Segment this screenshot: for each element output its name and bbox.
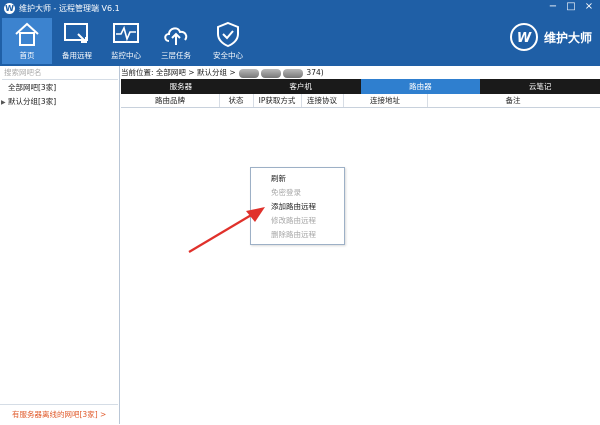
offline-server-link[interactable]: 有服务器离线的网吧[3家] > — [0, 404, 118, 424]
tab-clients[interactable]: 客户机 — [241, 79, 361, 94]
app-window: W 维护大师 - 远程管理端 V6.1 − □ × 首页 备用远程 监控中心 三… — [0, 0, 600, 424]
table-header: 路由品牌 状态 IP获取方式 连接协议 连接地址 备注 — [121, 94, 600, 108]
column-header-ip-method[interactable]: IP获取方式 — [253, 94, 302, 107]
toolbar-backup-remote-button[interactable]: 备用远程 — [52, 18, 102, 64]
close-icon[interactable]: × — [581, 1, 597, 12]
toolbar-label: 监控中心 — [111, 51, 141, 60]
home-icon — [15, 22, 39, 46]
brand-logo: W 维护大师 — [509, 22, 592, 52]
search-input[interactable]: 搜索网吧名 — [2, 66, 118, 80]
breadcrumb-suffix: 374) — [306, 68, 324, 77]
toolbar-label: 首页 — [19, 51, 35, 60]
sidebar: 搜索网吧名 全部网吧[3家] ▶ 默认分组[3家] 有服务器离线的网吧[3家] > — [0, 66, 120, 424]
shield-check-icon — [217, 21, 239, 48]
brand-logo-icon: W — [509, 23, 538, 51]
tab-bar: 服务器 客户机 路由器 云笔记 — [121, 79, 600, 94]
column-header-brand[interactable]: 路由品牌 — [121, 94, 220, 107]
tab-routers[interactable]: 路由器 — [360, 79, 481, 94]
redacted-block — [261, 68, 282, 78]
column-header-address[interactable]: 连接地址 — [343, 94, 428, 107]
breadcrumb-path: 当前位置: 全部网吧 > 默认分组 > — [121, 68, 236, 77]
sidebar-item-label: 全部网吧[3家] — [8, 83, 57, 92]
toolbar-tasks-button[interactable]: 三层任务 — [151, 18, 201, 64]
restore-icon[interactable]: □ — [563, 1, 579, 12]
menu-item-passwordless-login[interactable]: 免密登录 — [271, 187, 301, 198]
menu-item-edit-router-remote[interactable]: 修改路由远程 — [271, 215, 316, 226]
window-title: 维护大师 - 远程管理端 V6.1 — [19, 4, 120, 13]
column-header-protocol[interactable]: 连接协议 — [301, 94, 344, 107]
minimize-icon[interactable]: − — [545, 1, 561, 12]
menu-item-add-router-remote[interactable]: 添加路由远程 — [271, 201, 316, 212]
toolbar-security-center-button[interactable]: 安全中心 — [203, 18, 253, 64]
sidebar-item-label: 默认分组[3家] — [8, 97, 57, 106]
redacted-block — [239, 68, 260, 78]
brand-name: 维护大师 — [543, 30, 592, 45]
column-header-status[interactable]: 状态 — [219, 94, 254, 107]
tab-servers[interactable]: 服务器 — [121, 79, 241, 94]
menu-item-refresh[interactable]: 刷新 — [271, 173, 286, 184]
title-bar: W 维护大师 - 远程管理端 V6.1 − □ × 首页 备用远程 监控中心 三… — [0, 0, 600, 66]
sidebar-item-default-group[interactable]: ▶ 默认分组[3家] — [0, 96, 119, 108]
pulse-monitor-icon — [113, 23, 139, 43]
cloud-upload-icon — [164, 27, 188, 45]
redacted-block — [283, 68, 304, 78]
app-logo-icon: W — [4, 3, 15, 14]
breadcrumb: 当前位置: 全部网吧 > 默认分组 > 374) — [121, 66, 600, 79]
annotation-arrow-icon — [188, 207, 265, 253]
remote-arrow-icon — [64, 23, 88, 43]
toolbar-label: 安全中心 — [213, 51, 243, 60]
sidebar-item-all[interactable]: 全部网吧[3家] — [0, 82, 126, 94]
toolbar-monitor-center-button[interactable]: 监控中心 — [101, 18, 151, 64]
toolbar-label: 备用远程 — [62, 51, 92, 60]
tab-cloud-notes[interactable]: 云笔记 — [480, 79, 600, 94]
column-header-remarks[interactable]: 备注 — [427, 94, 599, 107]
menu-item-delete-router-remote[interactable]: 删除路由远程 — [271, 229, 316, 240]
toolbar-home-button[interactable]: 首页 — [2, 18, 52, 64]
toolbar-label: 三层任务 — [161, 51, 191, 60]
expand-arrow-icon[interactable]: ▶ — [1, 97, 8, 109]
